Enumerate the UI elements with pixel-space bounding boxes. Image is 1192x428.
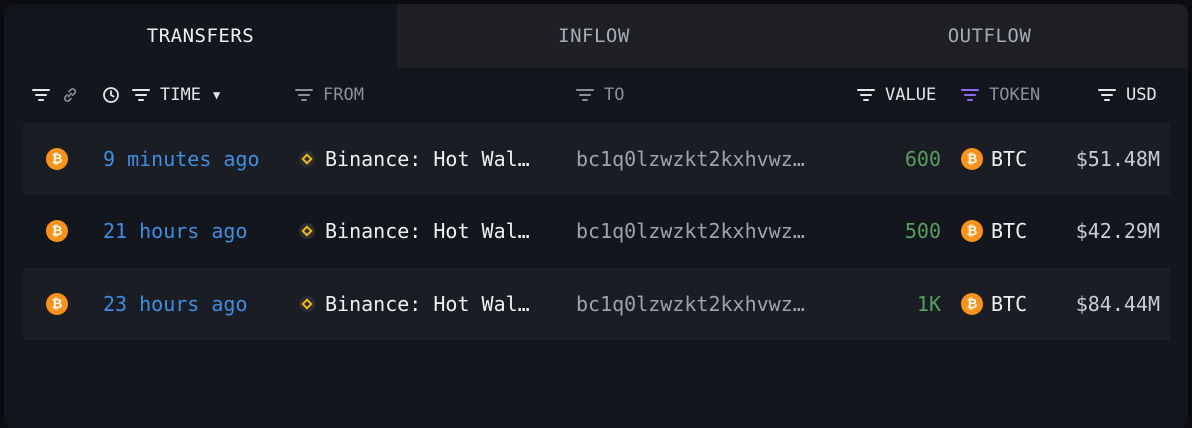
value-column-header[interactable]: VALUE bbox=[857, 68, 936, 122]
from-column-header[interactable]: FROM bbox=[295, 68, 364, 122]
link-icon[interactable] bbox=[61, 68, 79, 122]
filter-icon[interactable] bbox=[295, 88, 313, 102]
btc-icon: ₿ bbox=[961, 220, 983, 242]
usd-amount: $51.48M bbox=[1075, 147, 1160, 171]
token-column-header[interactable]: TOKEN bbox=[961, 68, 1040, 122]
from-label: Binance: Hot Wal… bbox=[325, 219, 530, 243]
table-row[interactable]: ₿ 23 hours ago Binance: Hot Wal… bc1q0lz… bbox=[23, 268, 1170, 340]
time-link[interactable]: 21 hours ago bbox=[103, 195, 248, 267]
token-symbol: BTC bbox=[991, 147, 1028, 171]
value-amount: 600 bbox=[904, 147, 941, 171]
filter-icon[interactable] bbox=[857, 88, 875, 102]
token-cell[interactable]: ₿ BTC bbox=[961, 195, 1027, 267]
time-link[interactable]: 23 hours ago bbox=[103, 268, 248, 340]
to-column-header[interactable]: TO bbox=[576, 68, 624, 122]
tab-transfers[interactable]: TRANSFERS bbox=[4, 4, 397, 68]
from-label: Binance: Hot Wal… bbox=[325, 147, 530, 171]
time-column-header[interactable]: TIME ▼ bbox=[132, 68, 220, 122]
caret-down-icon[interactable]: ▼ bbox=[213, 88, 220, 102]
to-address[interactable]: bc1q0lzwzkt2kxhvwz… bbox=[576, 195, 805, 267]
transfers-panel: TRANSFERS INFLOW OUTFLOW TIME ▼ FROM TO bbox=[4, 4, 1188, 428]
from-entity[interactable]: Binance: Hot Wal… bbox=[299, 195, 530, 267]
token-cell[interactable]: ₿ BTC bbox=[961, 123, 1027, 195]
from-header-label: FROM bbox=[323, 85, 364, 105]
binance-icon bbox=[299, 223, 315, 239]
token-header-label: TOKEN bbox=[989, 85, 1041, 105]
from-entity[interactable]: Binance: Hot Wal… bbox=[299, 123, 530, 195]
token-symbol: BTC bbox=[991, 219, 1028, 243]
token-cell[interactable]: ₿ BTC bbox=[961, 268, 1027, 340]
table-header: TIME ▼ FROM TO VALUE TOKEN USD bbox=[4, 68, 1188, 122]
value-header-label: VALUE bbox=[885, 85, 937, 105]
from-label: Binance: Hot Wal… bbox=[325, 292, 530, 316]
to-header-label: TO bbox=[604, 85, 625, 105]
from-entity[interactable]: Binance: Hot Wal… bbox=[299, 268, 530, 340]
btc-icon: ₿ bbox=[46, 268, 68, 340]
usd-header-label: USD bbox=[1126, 85, 1157, 105]
usd-amount: $42.29M bbox=[1075, 219, 1160, 243]
to-address[interactable]: bc1q0lzwzkt2kxhvwz… bbox=[576, 268, 805, 340]
btc-icon: ₿ bbox=[961, 148, 983, 170]
token-symbol: BTC bbox=[991, 292, 1028, 316]
usd-amount: $84.44M bbox=[1075, 292, 1160, 316]
tab-outflow[interactable]: OUTFLOW bbox=[791, 4, 1188, 68]
btc-icon: ₿ bbox=[46, 123, 68, 195]
usd-column-header[interactable]: USD bbox=[1098, 68, 1157, 122]
filter-icon[interactable] bbox=[1098, 88, 1116, 102]
value-amount: 500 bbox=[904, 219, 941, 243]
tab-inflow[interactable]: INFLOW bbox=[397, 4, 791, 68]
btc-icon: ₿ bbox=[961, 293, 983, 315]
time-header-label: TIME bbox=[160, 85, 201, 105]
table-row[interactable]: ₿ 9 minutes ago Binance: Hot Wal… bc1q0l… bbox=[23, 123, 1170, 195]
tab-bar: TRANSFERS INFLOW OUTFLOW bbox=[4, 4, 1188, 68]
filter-icon[interactable] bbox=[961, 88, 979, 102]
to-address[interactable]: bc1q0lzwzkt2kxhvwz… bbox=[576, 123, 805, 195]
btc-icon: ₿ bbox=[46, 195, 68, 267]
clock-icon[interactable] bbox=[102, 68, 120, 122]
filter-icon[interactable] bbox=[576, 88, 594, 102]
binance-icon bbox=[299, 151, 315, 167]
value-amount: 1K bbox=[916, 292, 941, 316]
filter-icon[interactable] bbox=[132, 88, 150, 102]
filter-icon[interactable] bbox=[32, 68, 50, 122]
binance-icon bbox=[299, 296, 315, 312]
time-link[interactable]: 9 minutes ago bbox=[103, 123, 260, 195]
table-row[interactable]: ₿ 21 hours ago Binance: Hot Wal… bc1q0lz… bbox=[23, 195, 1170, 267]
